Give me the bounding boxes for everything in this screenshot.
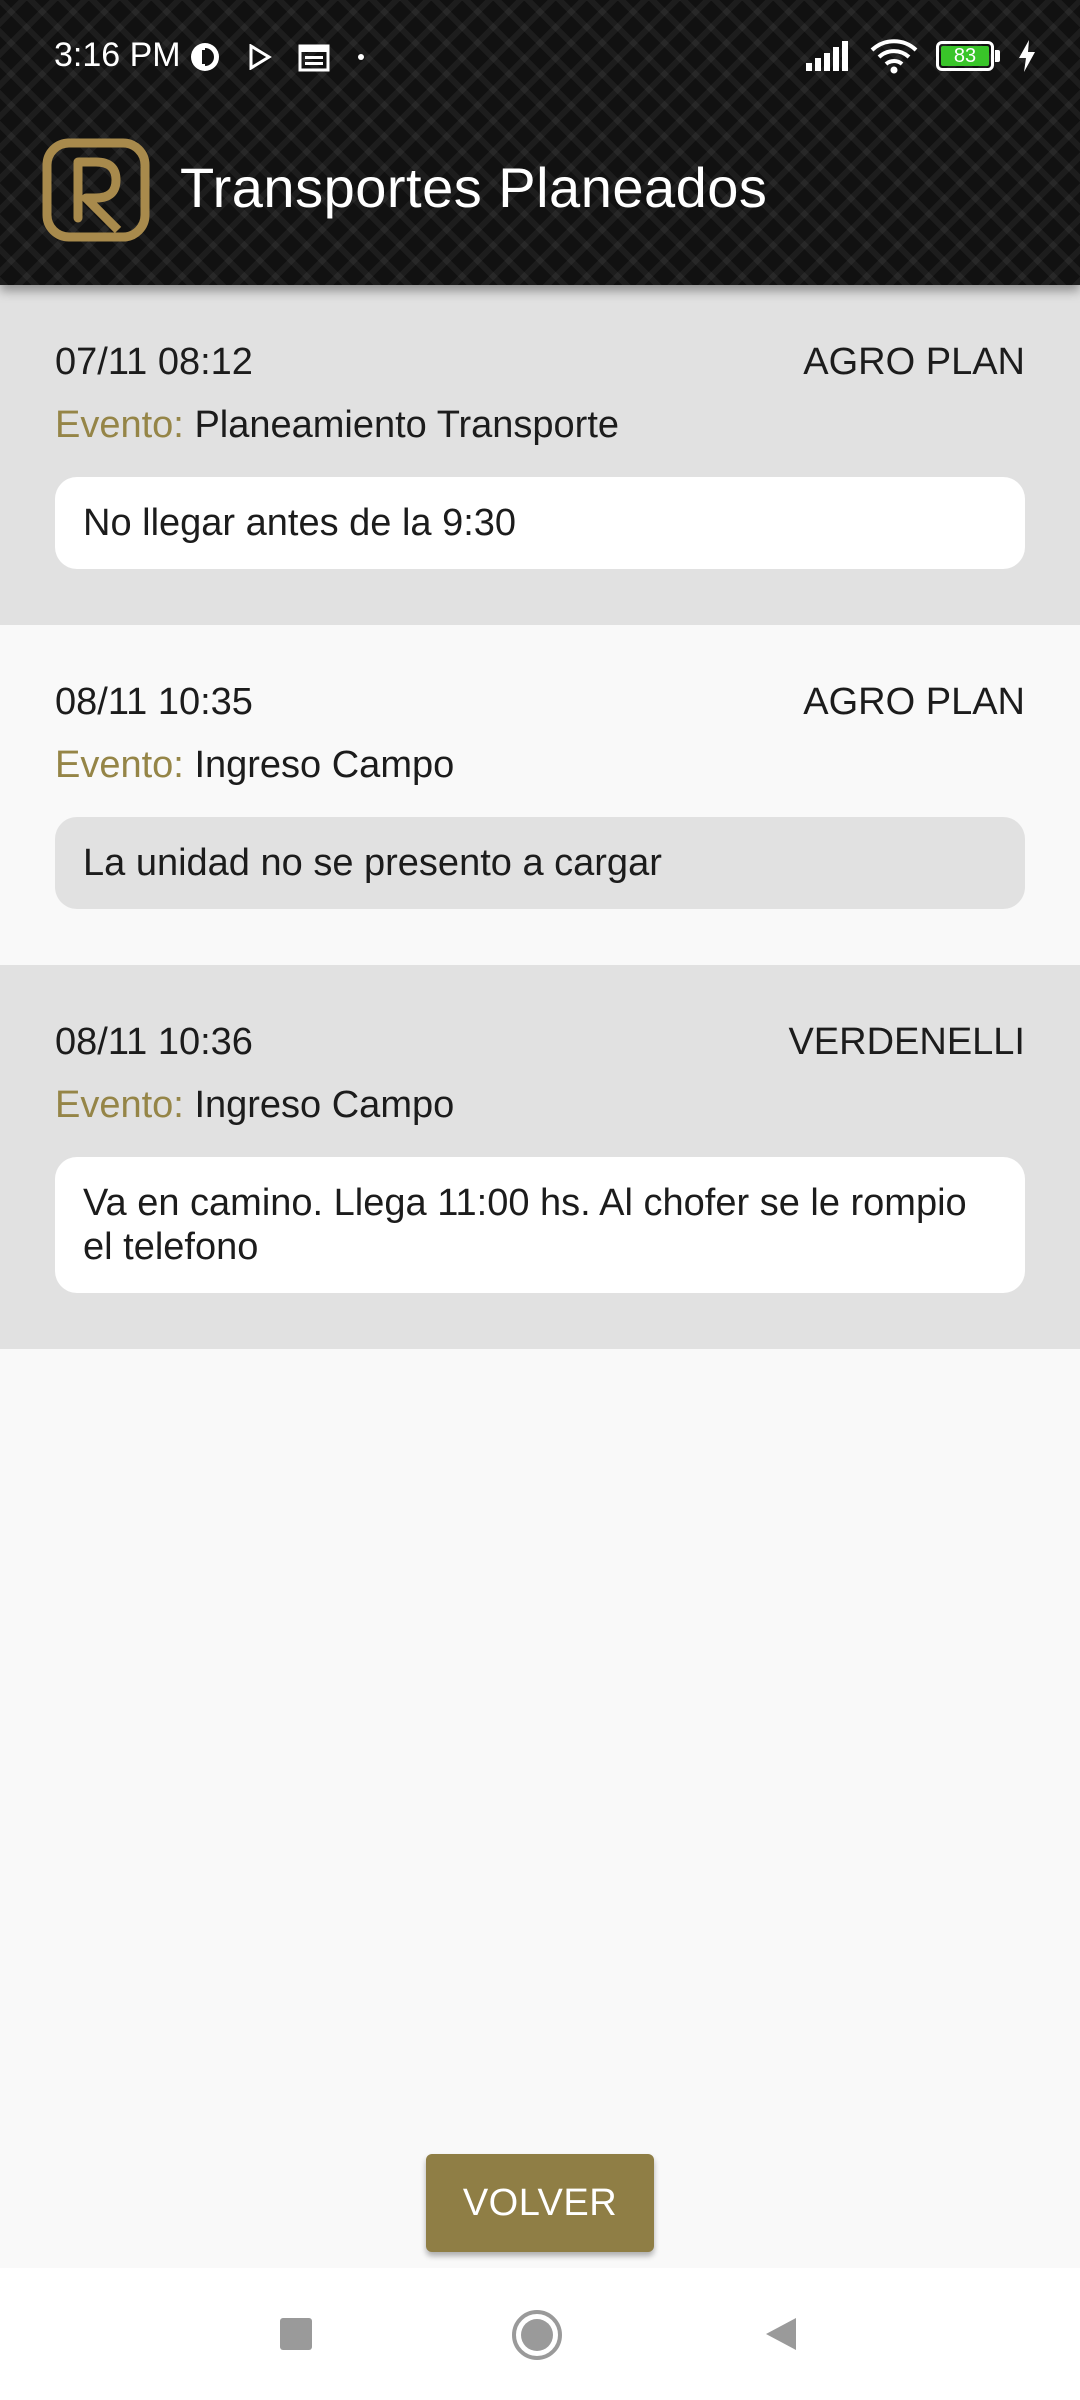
battery-icon: 83 (936, 41, 1000, 71)
item-company: AGRO PLAN (803, 341, 1025, 383)
system-icons: 83 (804, 38, 1036, 74)
app-logo-icon (42, 138, 150, 242)
charging-bolt-icon (1019, 40, 1035, 72)
battery-level: 83 (953, 45, 977, 67)
list-item[interactable]: 07/11 08:12 AGRO PLAN Evento: Planeamien… (0, 285, 1080, 625)
item-event: Evento: Planeamiento Transporte (55, 399, 1025, 451)
list-item[interactable]: 08/11 10:36 VERDENELLI Evento: Ingreso C… (0, 965, 1080, 1349)
item-note: La unidad no se presento a cargar (55, 817, 1025, 909)
notification-icons (188, 40, 366, 74)
event-value: Planeamiento Transporte (194, 404, 620, 446)
transport-list: 07/11 08:12 AGRO PLAN Evento: Planeamien… (0, 285, 1080, 1349)
list-item[interactable]: 08/11 10:35 AGRO PLAN Evento: Ingreso Ca… (0, 625, 1080, 965)
item-note: Va en camino. Llega 11:00 hs. Al chofer … (55, 1157, 1025, 1293)
calendar-icon (298, 44, 330, 72)
back-triangle-icon[interactable] (760, 2314, 800, 2354)
page-title: Transportes Planeados (180, 156, 768, 219)
event-value: Ingreso Campo (194, 1084, 455, 1126)
system-nav-bar (0, 2268, 1080, 2400)
wifi-icon (870, 39, 918, 74)
more-notifications-dot-icon (358, 54, 364, 60)
signal-icon (806, 41, 848, 71)
event-value: Ingreso Campo (194, 744, 455, 786)
event-label: Evento: (55, 404, 184, 446)
item-date: 08/11 10:36 (55, 1021, 253, 1063)
screen: 3:16 PM 83 Transportes Planeados 07/11 0… (0, 0, 1080, 2400)
home-circle-icon[interactable] (510, 2308, 564, 2362)
item-company: VERDENELLI (788, 1021, 1025, 1063)
data-saver-icon (191, 43, 219, 71)
item-note: No llegar antes de la 9:30 (55, 477, 1025, 569)
volver-button[interactable]: VOLVER (426, 2154, 654, 2252)
app-header: 3:16 PM 83 Transportes Planeados (0, 0, 1080, 285)
recents-square-icon[interactable] (276, 2314, 316, 2354)
status-time: 3:16 PM (54, 36, 181, 74)
item-event: Evento: Ingreso Campo (55, 739, 1025, 791)
play-store-icon (249, 44, 272, 70)
item-company: AGRO PLAN (803, 681, 1025, 723)
item-date: 07/11 08:12 (55, 341, 253, 383)
item-date: 08/11 10:35 (55, 681, 253, 723)
item-event: Evento: Ingreso Campo (55, 1079, 1025, 1131)
event-label: Evento: (55, 744, 184, 786)
event-label: Evento: (55, 1084, 184, 1126)
status-bar: 3:16 PM 83 (0, 0, 1080, 115)
